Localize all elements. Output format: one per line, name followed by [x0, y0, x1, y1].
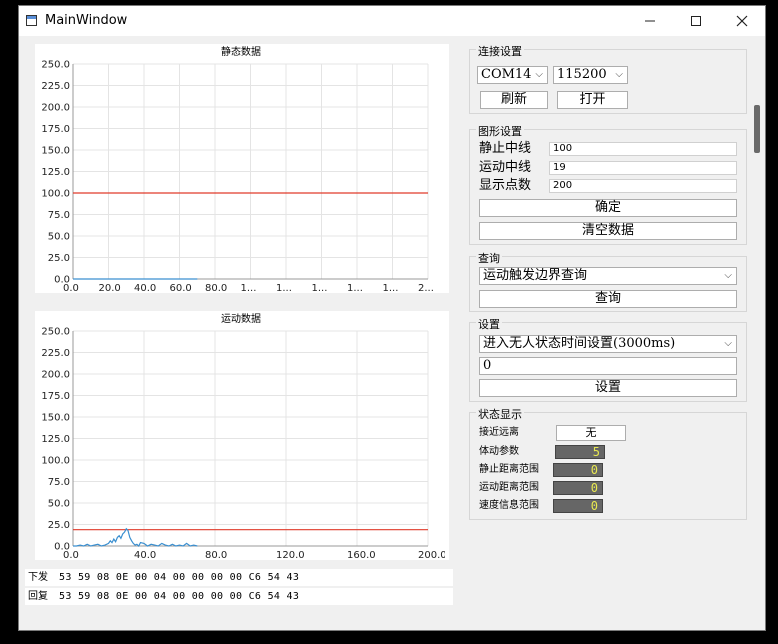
motion-chart-xtick-label: 0.0 [63, 550, 79, 560]
motion-mid-label: 运动中线 [479, 160, 532, 175]
motion-chart-series-line-1 [73, 527, 198, 547]
baud-value: 115200 [557, 67, 607, 82]
settings-title: 设置 [476, 316, 502, 332]
static-chart-xtick-label: 60.0 [170, 283, 192, 293]
motion-chart-ytick-label: 200.0 [41, 370, 70, 381]
points-label: 显示点数 [479, 178, 532, 193]
static-chart: 静态数据 250.0 225.0 200.0 175.0 150.0 125.0 100.0… [35, 44, 449, 294]
content-area: 静态数据 250.0 225.0 200.0 175.0 150.0 125.0 100.0… [0, 0, 778, 644]
speed-range-label: 速度信息范围 [479, 500, 539, 511]
static-chart-ytick-label: 250.0 [41, 60, 70, 71]
body-param-label: 体动参数 [479, 446, 519, 457]
open-button[interactable]: 打开 [557, 91, 628, 109]
motion-chart-xtick-label: 120.0 [276, 550, 305, 560]
motion-range-display: 0 [553, 481, 603, 495]
motion-chart-ytick-label: 175.0 [41, 391, 70, 402]
motion-chart-xtick-label: 40.0 [134, 550, 156, 560]
graph-settings-title: 图形设置 [476, 123, 524, 139]
static-mid-label: 静止中线 [479, 141, 532, 156]
reply-log: 回复 53 59 08 0E 00 04 00 00 00 00 C6 54 4… [25, 588, 453, 605]
static-chart-xtick-label: 1... [276, 283, 292, 293]
motion-chart-xtick-label: 160.0 [347, 550, 376, 560]
static-range-label: 静止距离范围 [479, 464, 539, 475]
static-chart-title: 静态数据 [221, 45, 261, 58]
approach-label: 接近远离 [479, 427, 519, 438]
approach-value: 无 [556, 425, 626, 441]
static-chart-xtick-label: 1... [312, 283, 328, 293]
motion-chart-ytick-label: 225.0 [41, 348, 70, 359]
motion-chart-ytick-label: 75.0 [48, 477, 70, 488]
sent-log: 下发 53 59 08 0E 00 04 00 00 00 00 C6 54 4… [25, 569, 453, 586]
motion-chart-svg: 运动数据 250.0 225.0 200.0 175.0 150.0 125.0 100.0… [41, 312, 446, 561]
static-chart-svg: 静态数据 250.0 225.0 200.0 175.0 150.0 125.0 100.0… [41, 45, 434, 294]
motion-mid-input[interactable]: 19 [549, 161, 737, 175]
port-select[interactable]: COM14 ⌵ [477, 66, 548, 84]
chevron-down-icon: ⌵ [535, 69, 543, 80]
static-chart-ytick-label: 125.0 [41, 167, 70, 178]
chevron-down-icon: ⌵ [724, 338, 732, 349]
query-title: 查询 [476, 250, 502, 266]
settings-selected: 进入无人状态时间设置(3000ms) [483, 336, 676, 351]
reply-label: 回复 [28, 591, 48, 602]
motion-chart-title: 运动数据 [221, 312, 261, 325]
motion-range-label: 运动距离范围 [479, 482, 539, 493]
refresh-button[interactable]: 刷新 [480, 91, 548, 109]
motion-chart-ytick-label: 250.0 [41, 327, 70, 338]
motion-chart-ytick-label: 125.0 [41, 434, 70, 445]
clear-data-button[interactable]: 清空数据 [479, 222, 737, 240]
sent-value: 53 59 08 0E 00 04 00 00 00 00 C6 54 43 [59, 572, 300, 583]
static-chart-xtick-label: 0.0 [63, 283, 79, 293]
static-chart-xtick-label: 1... [347, 283, 363, 293]
baud-select[interactable]: 115200 ⌵ [553, 66, 628, 84]
static-chart-ytick-label: 25.0 [48, 253, 70, 264]
static-chart-xtick-label: 20.0 [99, 283, 121, 293]
query-selected: 运动触发边界查询 [483, 268, 588, 283]
motion-chart-ytick-label: 100.0 [41, 456, 70, 467]
chevron-down-icon: ⌵ [615, 69, 623, 80]
query-button[interactable]: 查询 [479, 290, 737, 308]
motion-chart-ytick-label: 150.0 [41, 413, 70, 424]
speed-range-display: 0 [553, 499, 603, 513]
static-chart-ytick-label: 150.0 [41, 146, 70, 157]
port-value: COM14 [481, 67, 532, 82]
static-chart-ytick-label: 100.0 [41, 189, 70, 200]
motion-chart-xtick-label: 200.0 [418, 550, 445, 560]
static-chart-xtick-label: 80.0 [205, 283, 227, 293]
settings-select[interactable]: 进入无人状态时间设置(3000ms) ⌵ [479, 335, 737, 353]
static-chart-xtick-label: 1... [383, 283, 399, 293]
static-chart-ytick-label: 225.0 [41, 81, 70, 92]
confirm-button[interactable]: 确定 [479, 199, 737, 217]
static-chart-ytick-label: 175.0 [41, 124, 70, 135]
status-title: 状态显示 [476, 406, 524, 422]
static-mid-input[interactable]: 100 [549, 142, 737, 156]
motion-chart-ytick-label: 50.0 [48, 499, 70, 510]
chevron-down-icon: ⌵ [724, 270, 732, 281]
static-chart-xtick-label: 40.0 [134, 283, 156, 293]
static-chart-ytick-label: 200.0 [41, 103, 70, 114]
settings-value-input[interactable]: 0 [479, 357, 737, 375]
static-chart-ytick-label: 50.0 [48, 232, 70, 243]
points-input[interactable]: 200 [549, 179, 737, 193]
motion-chart-xtick-label: 80.0 [205, 550, 227, 560]
static-chart-xtick-label: 2... [418, 283, 434, 293]
motion-chart: 运动数据 250.0 225.0 200.0 175.0 150.0 125.0 100.0… [35, 311, 449, 561]
reply-value: 53 59 08 0E 00 04 00 00 00 00 C6 54 43 [59, 591, 300, 602]
motion-chart-ytick-label: 25.0 [48, 520, 70, 531]
connection-group-title: 连接设置 [476, 43, 524, 59]
sent-label: 下发 [28, 572, 48, 583]
settings-button[interactable]: 设置 [479, 379, 737, 397]
vertical-scrollbar[interactable] [754, 105, 760, 153]
static-range-display: 0 [553, 463, 603, 477]
static-chart-ytick-label: 75.0 [48, 210, 70, 221]
query-select[interactable]: 运动触发边界查询 ⌵ [479, 267, 737, 285]
body-param-display: 5 [555, 445, 605, 459]
static-chart-xtick-label: 1... [241, 283, 257, 293]
